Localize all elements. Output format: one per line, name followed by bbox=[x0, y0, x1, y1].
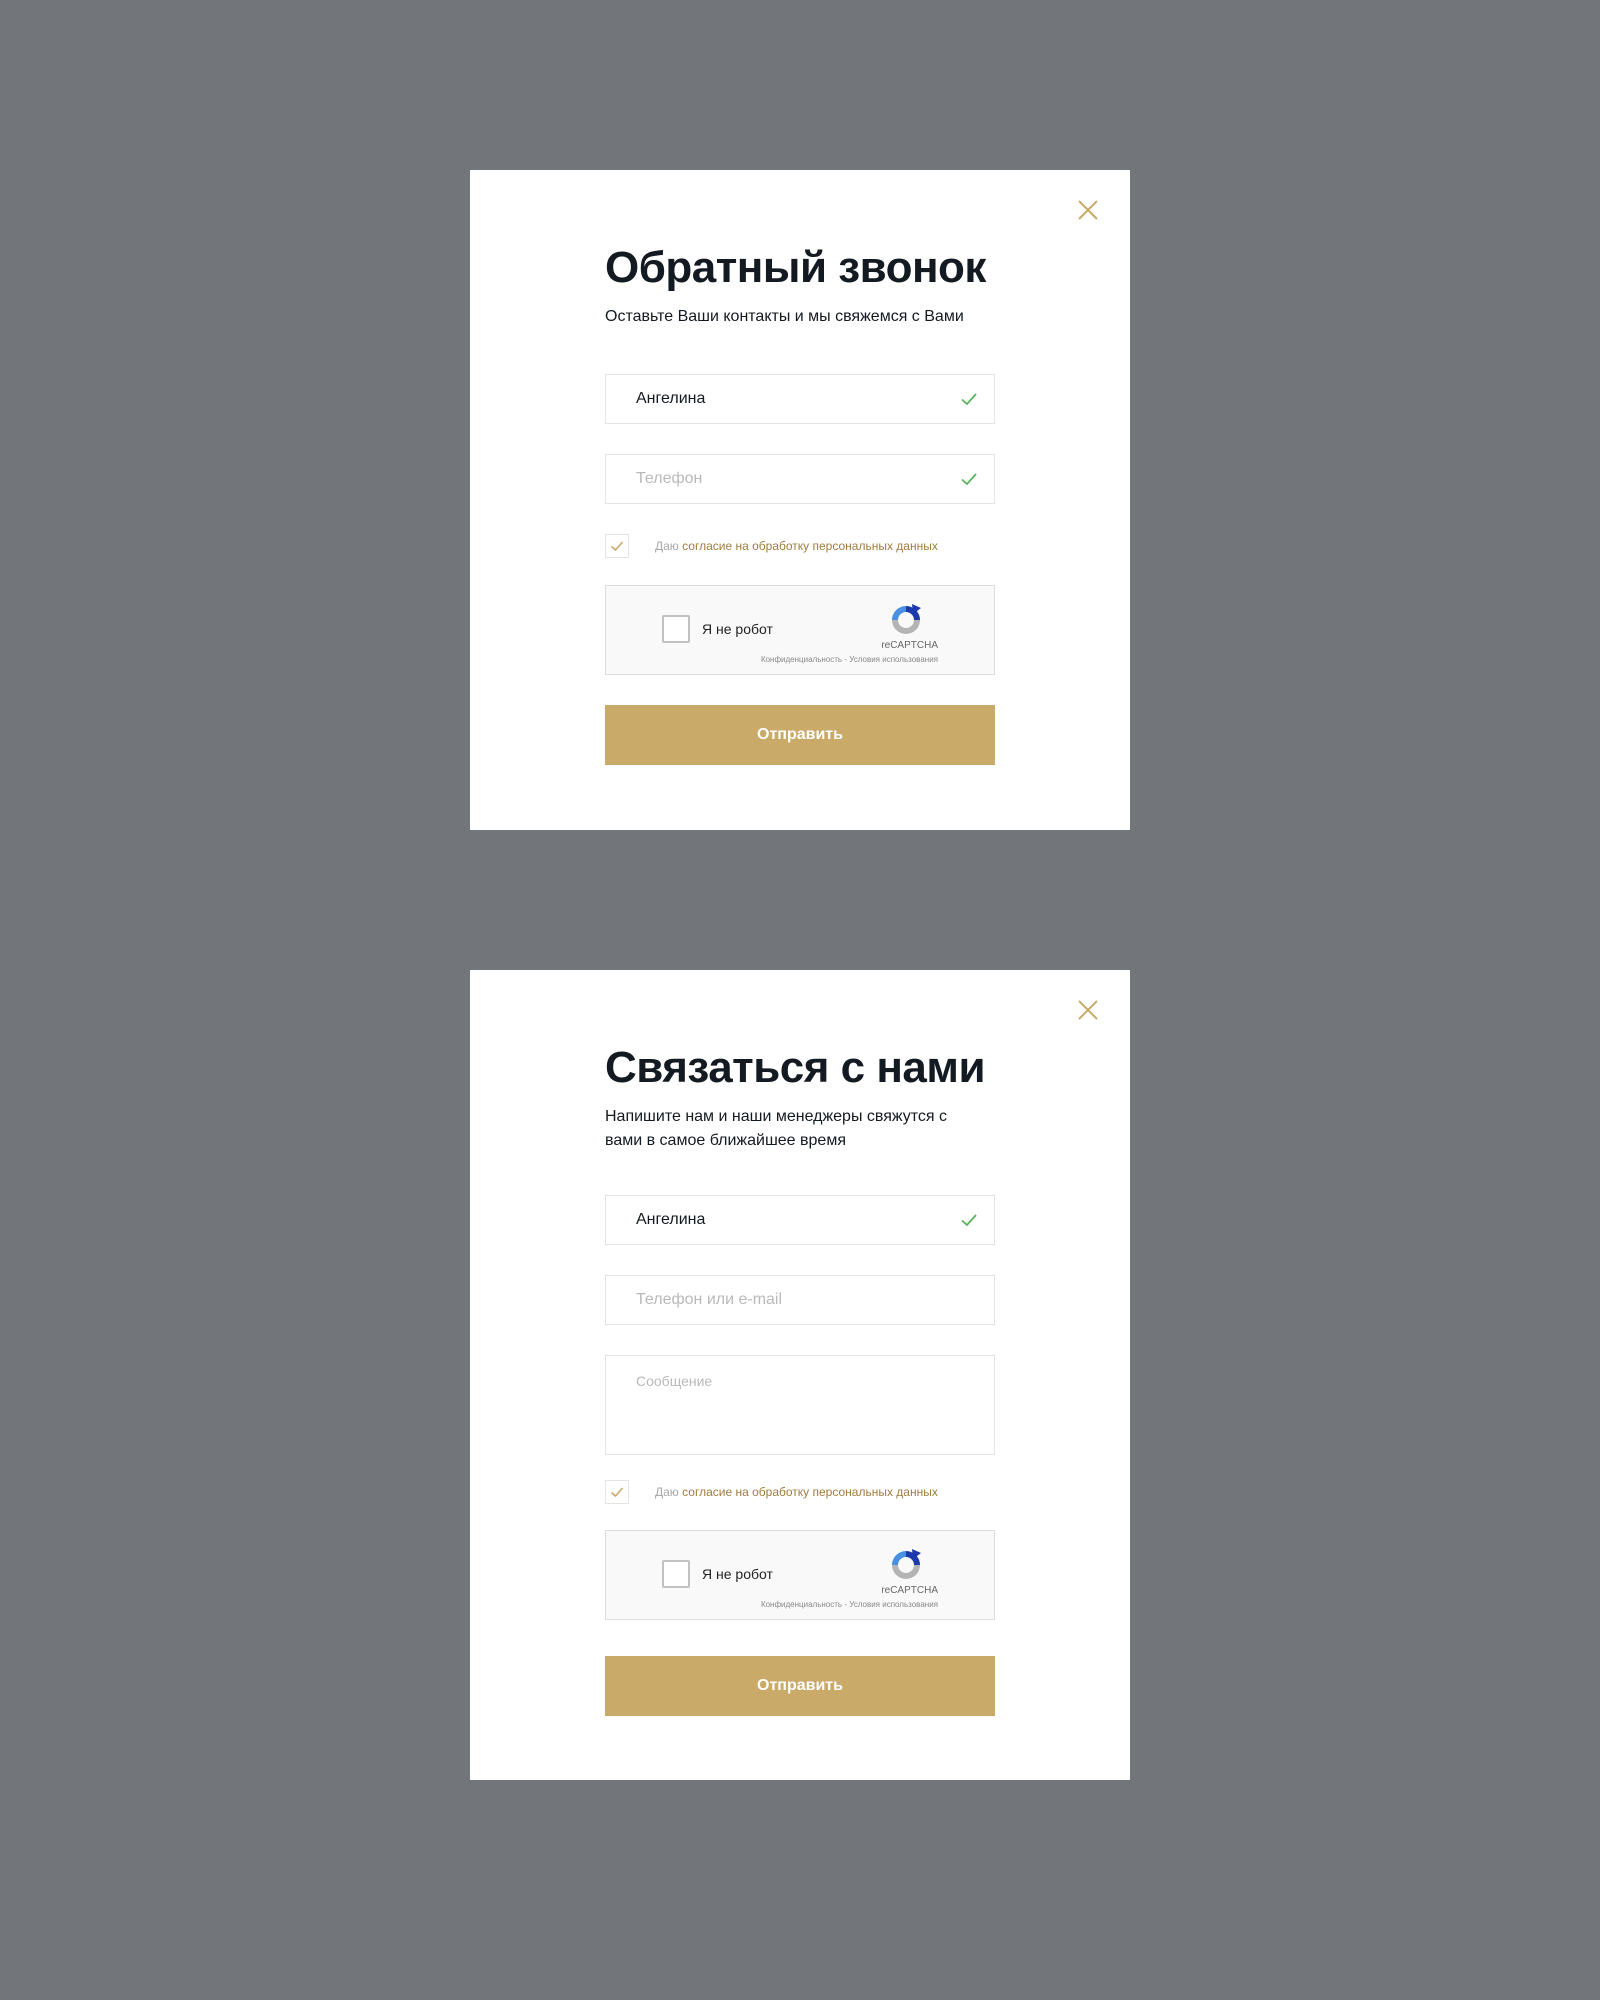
phone-field[interactable]: Телефон bbox=[605, 454, 995, 504]
modal-title: Обратный звонок bbox=[605, 243, 986, 292]
recaptcha-widget: Я не робот reCAPTCHA Конфиденциальность … bbox=[605, 1530, 995, 1620]
name-field[interactable]: Ангелина bbox=[605, 374, 995, 424]
modal-subtitle: Оставьте Ваши контакты и мы свяжемся с В… bbox=[605, 308, 964, 325]
name-field-value: Ангелина bbox=[636, 1211, 706, 1228]
recaptcha-logo-icon bbox=[892, 604, 921, 634]
phone-field-placeholder: Телефон bbox=[636, 470, 703, 487]
recaptcha-label: Я не робот bbox=[702, 1566, 773, 1582]
name-field-value: Ангелина bbox=[636, 390, 706, 407]
consent-row: Даю согласие на обработку персональных д… bbox=[605, 534, 995, 558]
consent-prefix: Даю bbox=[655, 1485, 679, 1499]
close-icon bbox=[1078, 200, 1098, 220]
message-field[interactable]: Сообщение bbox=[605, 1355, 995, 1455]
check-icon bbox=[961, 473, 977, 486]
contact-modal: Связаться с нами Напишите нам и наши мен… bbox=[470, 970, 1130, 1780]
check-icon bbox=[610, 1487, 624, 1498]
callback-form: Обратный звонок Оставьте Ваши контакты и… bbox=[605, 243, 995, 329]
close-button[interactable] bbox=[1076, 998, 1100, 1022]
submit-button[interactable]: Отправить bbox=[605, 1656, 995, 1716]
phone-or-email-field[interactable]: Телефон или e-mail bbox=[605, 1275, 995, 1325]
modal-subtitle: Напишите нам и наши менеджеры свяжутся с… bbox=[605, 1105, 995, 1153]
recaptcha-logo-icon bbox=[892, 1549, 921, 1579]
consent-checkbox[interactable] bbox=[605, 534, 629, 558]
modal-title: Связаться с нами bbox=[605, 1043, 986, 1092]
consent-checkbox[interactable] bbox=[605, 1480, 629, 1504]
check-icon bbox=[961, 393, 977, 406]
check-icon bbox=[961, 1214, 977, 1227]
subtitle-line: вами в самое ближайшее время bbox=[605, 1132, 846, 1149]
consent-row: Даю согласие на обработку персональных д… bbox=[605, 1480, 995, 1504]
consent-link[interactable]: согласие на обработку персональных данны… bbox=[682, 1485, 938, 1499]
consent-prefix: Даю bbox=[655, 539, 679, 553]
name-field[interactable]: Ангелина bbox=[605, 1195, 995, 1245]
consent-text: Даю согласие на обработку персональных д… bbox=[655, 1485, 938, 1499]
submit-button[interactable]: Отправить bbox=[605, 705, 995, 765]
recaptcha-checkbox[interactable] bbox=[662, 1560, 690, 1588]
consent-text: Даю согласие на обработку персональных д… bbox=[655, 539, 938, 553]
message-placeholder: Сообщение bbox=[636, 1373, 713, 1389]
contact-form: Связаться с нами Напишите нам и наши мен… bbox=[605, 1043, 995, 1153]
close-icon bbox=[1078, 1000, 1098, 1020]
consent-link[interactable]: согласие на обработку персональных данны… bbox=[682, 539, 938, 553]
recaptcha-brand: reCAPTCHA bbox=[881, 1585, 938, 1596]
recaptcha-links[interactable]: Конфиденциальность - Условия использован… bbox=[761, 1600, 938, 1609]
recaptcha-checkbox[interactable] bbox=[662, 615, 690, 643]
callback-modal: Обратный звонок Оставьте Ваши контакты и… bbox=[470, 170, 1130, 830]
recaptcha-widget: Я не робот reCAPTCHA Конфиденциальность … bbox=[605, 585, 995, 675]
close-button[interactable] bbox=[1076, 198, 1100, 222]
check-icon bbox=[610, 541, 624, 552]
subtitle-line: Напишите нам и наши менеджеры свяжутся с bbox=[605, 1108, 948, 1125]
recaptcha-links[interactable]: Конфиденциальность - Условия использован… bbox=[761, 655, 938, 664]
phone-or-email-placeholder: Телефон или e-mail bbox=[636, 1291, 783, 1308]
recaptcha-label: Я не робот bbox=[702, 621, 773, 637]
recaptcha-brand: reCAPTCHA bbox=[881, 640, 938, 651]
